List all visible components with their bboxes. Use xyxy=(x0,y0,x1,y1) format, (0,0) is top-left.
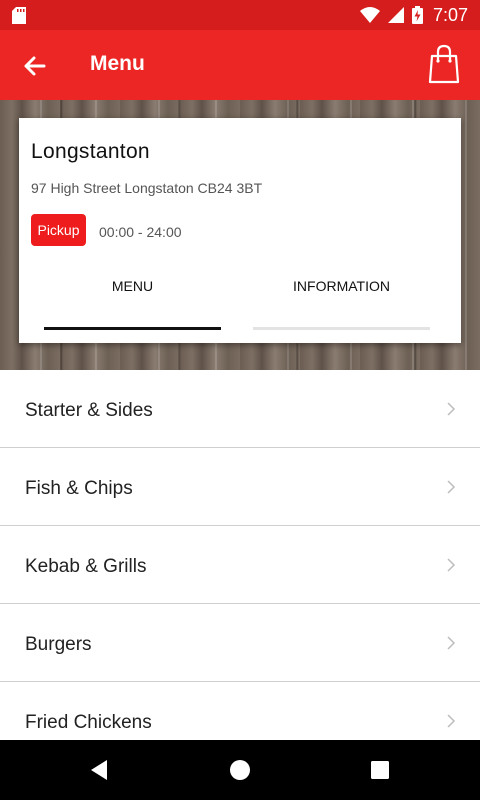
back-arrow-icon[interactable] xyxy=(20,51,50,81)
category-label: Fish & Chips xyxy=(25,478,133,499)
store-name: Longstanton xyxy=(31,140,150,163)
category-list: Starter & Sides Fish & Chips Kebab & Gri… xyxy=(0,370,480,740)
tab-information[interactable]: INFORMATION xyxy=(253,278,430,308)
category-label: Fried Chickens xyxy=(25,712,152,733)
nav-back-icon[interactable] xyxy=(88,758,112,782)
pickup-badge[interactable]: Pickup xyxy=(31,214,86,246)
store-info-card: Longstanton 97 High Street Longstaton CB… xyxy=(19,118,461,343)
nav-home-icon[interactable] xyxy=(228,758,252,782)
category-label: Burgers xyxy=(25,634,92,655)
wifi-icon xyxy=(359,7,380,23)
chevron-right-icon xyxy=(447,480,456,494)
status-time: 7:07 xyxy=(432,4,468,25)
shopping-bag-icon[interactable] xyxy=(428,44,460,84)
system-nav-bar xyxy=(0,740,480,800)
category-label: Kebab & Grills xyxy=(25,556,147,577)
category-item-kebab-grills[interactable]: Kebab & Grills xyxy=(0,526,480,604)
cellular-signal-icon xyxy=(387,7,404,23)
page-title: Menu xyxy=(90,52,145,75)
battery-charging-icon xyxy=(411,6,423,24)
tab-menu[interactable]: MENU xyxy=(44,278,221,308)
category-item-starter-sides[interactable]: Starter & Sides xyxy=(0,370,480,448)
chevron-right-icon xyxy=(447,402,456,416)
opening-hours: 00:00 - 24:00 xyxy=(99,224,182,240)
category-item-burgers[interactable]: Burgers xyxy=(0,604,480,682)
category-item-fish-chips[interactable]: Fish & Chips xyxy=(0,448,480,526)
status-bar: 7:07 xyxy=(0,0,480,30)
category-label: Starter & Sides xyxy=(25,400,153,421)
app-bar: Menu xyxy=(0,30,480,100)
category-item-fried-chickens[interactable]: Fried Chickens xyxy=(0,682,480,740)
chevron-right-icon xyxy=(447,558,456,572)
store-address: 97 High Street Longstaton CB24 3BT xyxy=(31,180,263,196)
nav-recents-icon[interactable] xyxy=(368,758,392,782)
sd-card-icon xyxy=(12,7,26,24)
tab-information-indicator xyxy=(253,327,430,330)
chevron-right-icon xyxy=(447,636,456,650)
chevron-right-icon xyxy=(447,714,456,728)
tab-menu-indicator xyxy=(44,327,221,330)
